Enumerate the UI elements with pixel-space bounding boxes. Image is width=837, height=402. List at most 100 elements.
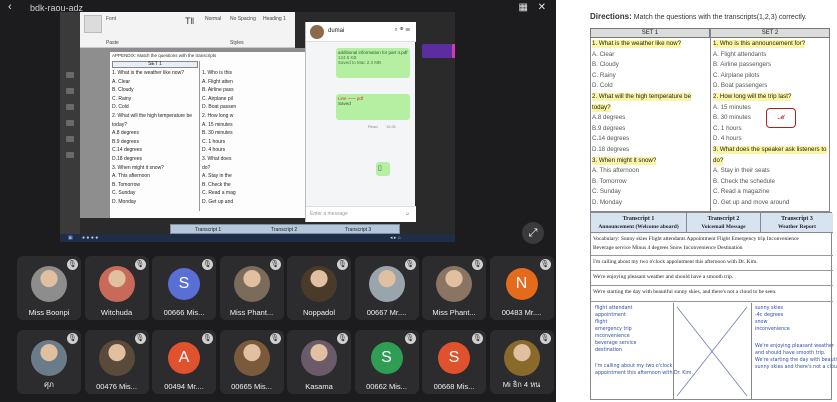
avatar: A [168, 342, 200, 374]
doc-transcript-bar: Transcript 1 Transcript 2 Transcript 3 [170, 224, 400, 234]
doc-transcript-3: Transcript 3 [345, 227, 372, 233]
handwriting-col3: sunny skies -4c degrees snow inconvenience [755, 305, 790, 333]
doc-right-line: C. Airplane pil [202, 95, 233, 102]
participant-tile[interactable]: 🎙 Miss Boonpi [17, 256, 81, 320]
chat-input[interactable]: Enter a message [310, 211, 348, 217]
doc-left-line: 1. What is the weather like now? [112, 70, 184, 76]
file-message-2[interactable]: Line ~~~ pdf Saved [336, 94, 410, 120]
participant-tile[interactable]: 🎙 Mi ธิก 4 หน [489, 330, 554, 394]
answer-option: A. Stay in their seats [713, 167, 770, 175]
mic-muted-icon: 🎙 [269, 259, 281, 270]
participant-tile[interactable]: 🎙 00476 Mis... [84, 330, 149, 394]
transcript-line-1: I'm calling about my two o'clock appoint… [593, 259, 758, 265]
sticker-message[interactable]: ▯ [376, 162, 390, 176]
handwriting-col1: flight attendant appointment flight emergen… [595, 305, 636, 354]
question-text: do? [713, 156, 724, 165]
mic-muted-icon: 🎙 [539, 259, 551, 270]
participant-tile[interactable]: 🎙 00665 Mis... [219, 330, 284, 394]
handwritten-line: We're enjoying pleasant weather [755, 344, 834, 349]
mic-muted-icon: 🎙 [337, 333, 348, 344]
handwritten-line: I'm calling about my two o'clock [595, 364, 673, 369]
mute-all-icon[interactable]: ✕ [538, 2, 546, 13]
doc-left-line: B. Cloudy [112, 87, 134, 94]
directions-label: Directions: [590, 12, 632, 21]
participant-tile[interactable]: S 🎙 00666 Mis... [152, 256, 216, 320]
participant-tile[interactable]: 🎙 00667 Mr.... [354, 256, 419, 320]
participant-photo [436, 266, 472, 302]
doc-left-line: B.9 degrees [112, 138, 139, 145]
participant-tile[interactable]: 🎙 ศุภ [17, 330, 81, 394]
doc-right-line: A. Flight atten [202, 78, 233, 85]
grid-view-icon[interactable]: ▦ [519, 2, 528, 13]
participant-photo [98, 266, 135, 302]
participant-tile[interactable]: A 🎙 00494 Mr.... [152, 330, 216, 394]
directions: Directions: Match the questions with the… [590, 12, 807, 21]
chat-tools-icon[interactable]: ⌕ ☏ ☰ [395, 27, 410, 34]
transcript-line-3: We're starting the day with beautiful su… [593, 289, 777, 295]
participant-tile[interactable]: S 🎙 00668 Mis... [422, 330, 486, 394]
question-text: 3. What does the speaker ask listeners t… [713, 146, 827, 154]
participant-tile[interactable]: 🎙 Witchuda [84, 256, 149, 320]
worksheet: Directions: Match the questions with the… [590, 12, 830, 212]
question-text: 2. What will the high temperature be [592, 93, 692, 101]
mic-muted-icon: 🎙 [404, 259, 416, 270]
file-message-1[interactable]: additional information for part 4.pdf 12… [336, 48, 410, 78]
vocab-line-1: Vocabulary: Sunny skies Flight attendant… [593, 236, 799, 242]
mic-muted-icon: 🎙 [269, 333, 281, 344]
ribbon-style-normal[interactable]: Normal [205, 16, 221, 22]
sent-time: 15:31 [386, 124, 397, 129]
doc-right-line: do? [202, 164, 211, 171]
handwritten-line: We're starting the day with beautiful [755, 358, 837, 363]
app-sidebar [60, 12, 80, 242]
avatar: S [168, 268, 200, 300]
mic-muted-icon: 🎙 [202, 259, 213, 270]
participant-tile[interactable]: 🎙 Miss Phant... [219, 256, 284, 320]
taskbar-apps-icon[interactable]: ● ● ● ● [82, 235, 98, 241]
participant-name: Witchuda [100, 308, 133, 317]
transcript-header-1: Transcript 1 Announcement (Welcome aboar… [591, 213, 687, 233]
doc-left-line: C. Sunday [112, 190, 136, 197]
avatar [310, 25, 324, 39]
handwritten-line: appointment [595, 313, 626, 318]
doc-right-line: 2. How long w [202, 113, 234, 119]
participant-tile[interactable]: 🎙 Noppadol [287, 256, 351, 320]
handwritten-line: sunny skies [755, 306, 784, 311]
doc-right-line: C. Read a mag [202, 190, 236, 197]
transcript-title-2: Transcript 2 [707, 216, 740, 222]
participant-tile[interactable]: N 🎙 00483 Mr.... [489, 256, 554, 320]
answer-option: C. Sunday [592, 188, 621, 196]
participant-name: 00667 Mr.... [366, 308, 407, 317]
participant-tile[interactable]: 🎙 Kasama [287, 330, 351, 394]
doc-left-line: D. Cold [112, 104, 129, 111]
doc-transcript-2: Transcript 2 [271, 227, 298, 233]
participant-name: Noppadol [302, 308, 336, 317]
doc-right-line: 3. What does [202, 156, 232, 162]
participant-photo [233, 340, 270, 376]
file-meta-1: Saved to Mac 2.3 MB [338, 60, 382, 65]
sticky-note [422, 44, 452, 58]
answer-option: D. Get up and move around [713, 199, 790, 206]
participant-photo [98, 340, 135, 376]
participant-tile[interactable]: S 🎙 00662 Mis... [354, 330, 419, 394]
chevron-left-icon[interactable]: ‹ [8, 1, 12, 13]
ribbon-style-nospacing[interactable]: No Spacing [230, 16, 256, 22]
answer-option: D. Monday [592, 199, 622, 206]
transcript-header-3: Transcript 3 Weather Report [761, 213, 833, 233]
handwritten-line: inconvenience [755, 327, 790, 332]
answer-option: C. Airplane pilots [713, 71, 760, 79]
participant-name: 00668 Mis... [433, 382, 475, 391]
styles-icon[interactable]: T‖ [185, 16, 194, 26]
doc-left-line: A. This afternoon [112, 173, 150, 180]
ribbon-style-heading[interactable]: Heading 1 [263, 16, 286, 22]
participant-tile[interactable]: 🎙 Miss Phant... [422, 256, 486, 320]
question-text: 3. When might it snow? [592, 156, 657, 165]
cross-mark [676, 306, 748, 397]
doc-right-line: C. 1 hours [202, 138, 226, 145]
expand-icon[interactable]: ⤢ [522, 222, 544, 244]
question-text: 1. What is the weather like now? [592, 40, 682, 48]
answer-option: B.9 degrees [592, 124, 626, 132]
start-icon[interactable]: ▣ [68, 235, 73, 241]
ribbon-label-paste: Paste [106, 40, 119, 46]
emoji-icon[interactable]: ☺ [405, 211, 410, 217]
chat-input-bar[interactable]: Enter a message ☺ [306, 206, 416, 222]
